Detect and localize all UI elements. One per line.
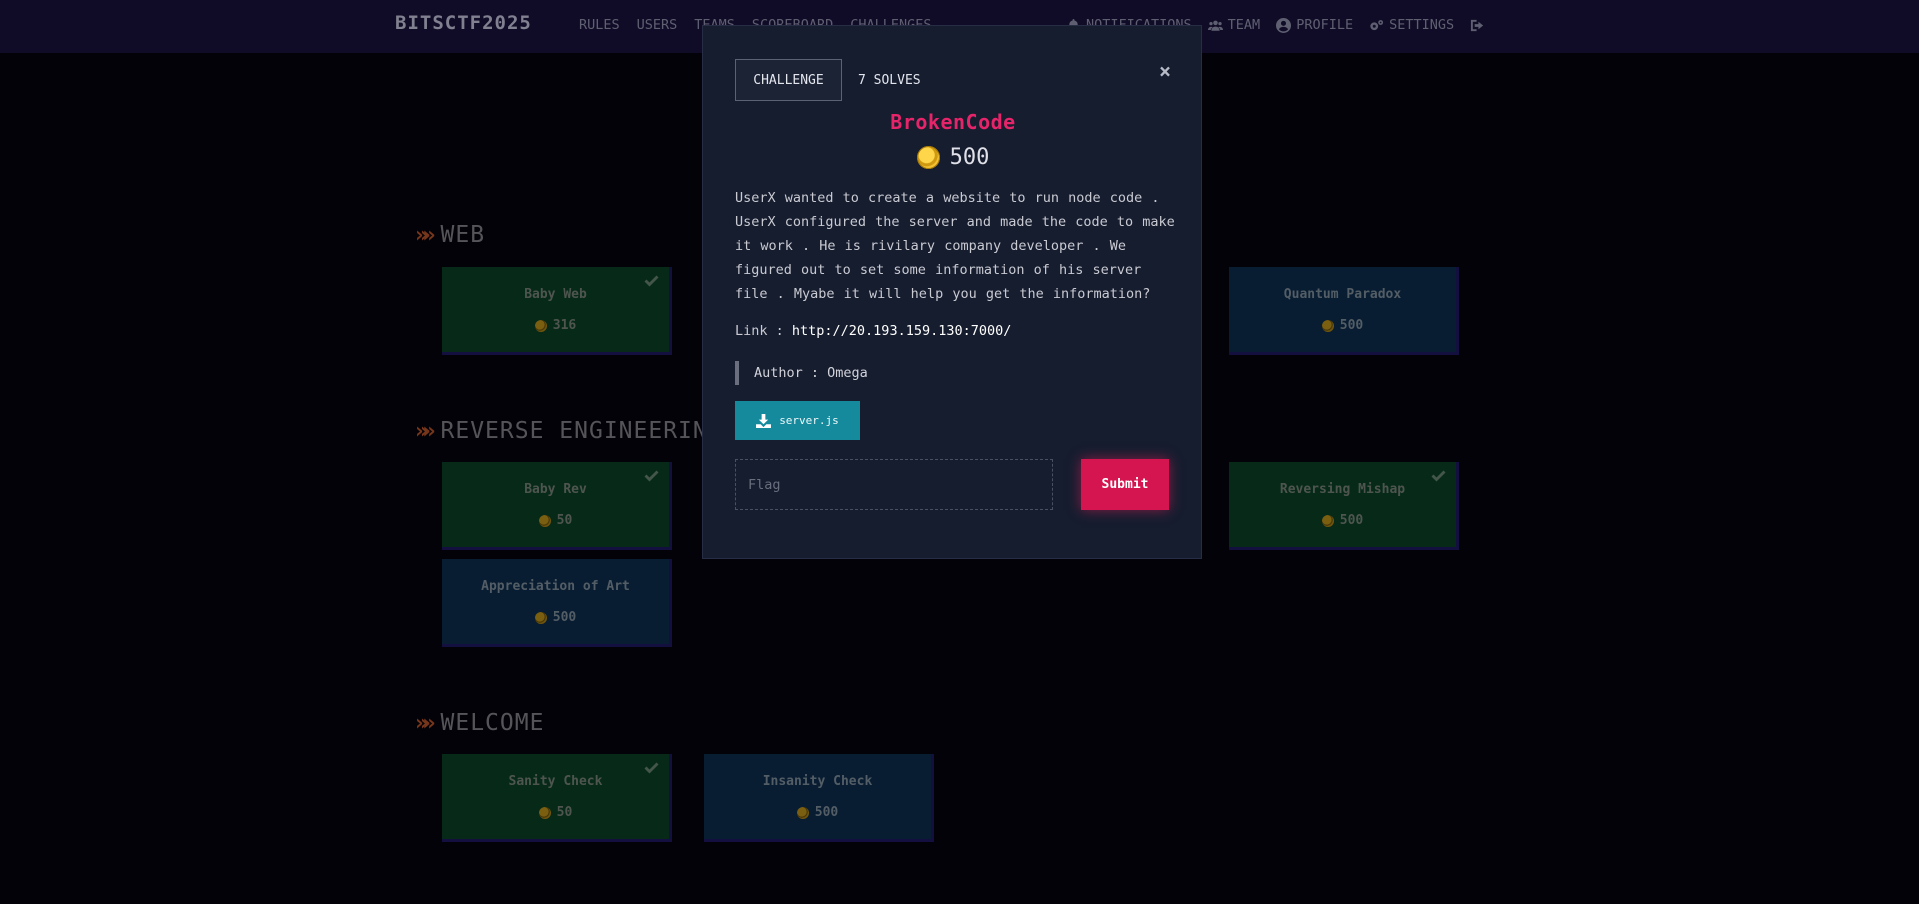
- challenge-modal: CHALLENGE 7 SOLVES × BrokenCode 500 User…: [702, 25, 1202, 559]
- tab-challenge[interactable]: CHALLENGE: [735, 59, 842, 101]
- submit-button[interactable]: Submit: [1081, 459, 1169, 510]
- challenge-author: Author : Omega: [735, 361, 868, 385]
- challenge-link-row: Link : http://20.193.159.130:7000/: [735, 323, 1011, 339]
- challenge-title: BrokenCode: [890, 110, 1016, 134]
- flag-input[interactable]: [735, 459, 1053, 510]
- download-icon: [756, 413, 772, 428]
- close-icon[interactable]: ×: [1155, 61, 1175, 81]
- download-file-name: server.js: [779, 414, 839, 427]
- challenge-value: 500: [703, 145, 1203, 170]
- challenge-link-label: Link :: [735, 323, 792, 339]
- coin-icon: [916, 146, 940, 169]
- tab-solves[interactable]: 7 SOLVES: [858, 59, 921, 101]
- download-file-button[interactable]: server.js: [735, 401, 860, 440]
- challenge-points: 500: [949, 145, 990, 170]
- challenge-link-url[interactable]: http://20.193.159.130:7000/: [792, 323, 1011, 339]
- challenge-description: UserX wanted to create a website to run …: [735, 190, 1175, 302]
